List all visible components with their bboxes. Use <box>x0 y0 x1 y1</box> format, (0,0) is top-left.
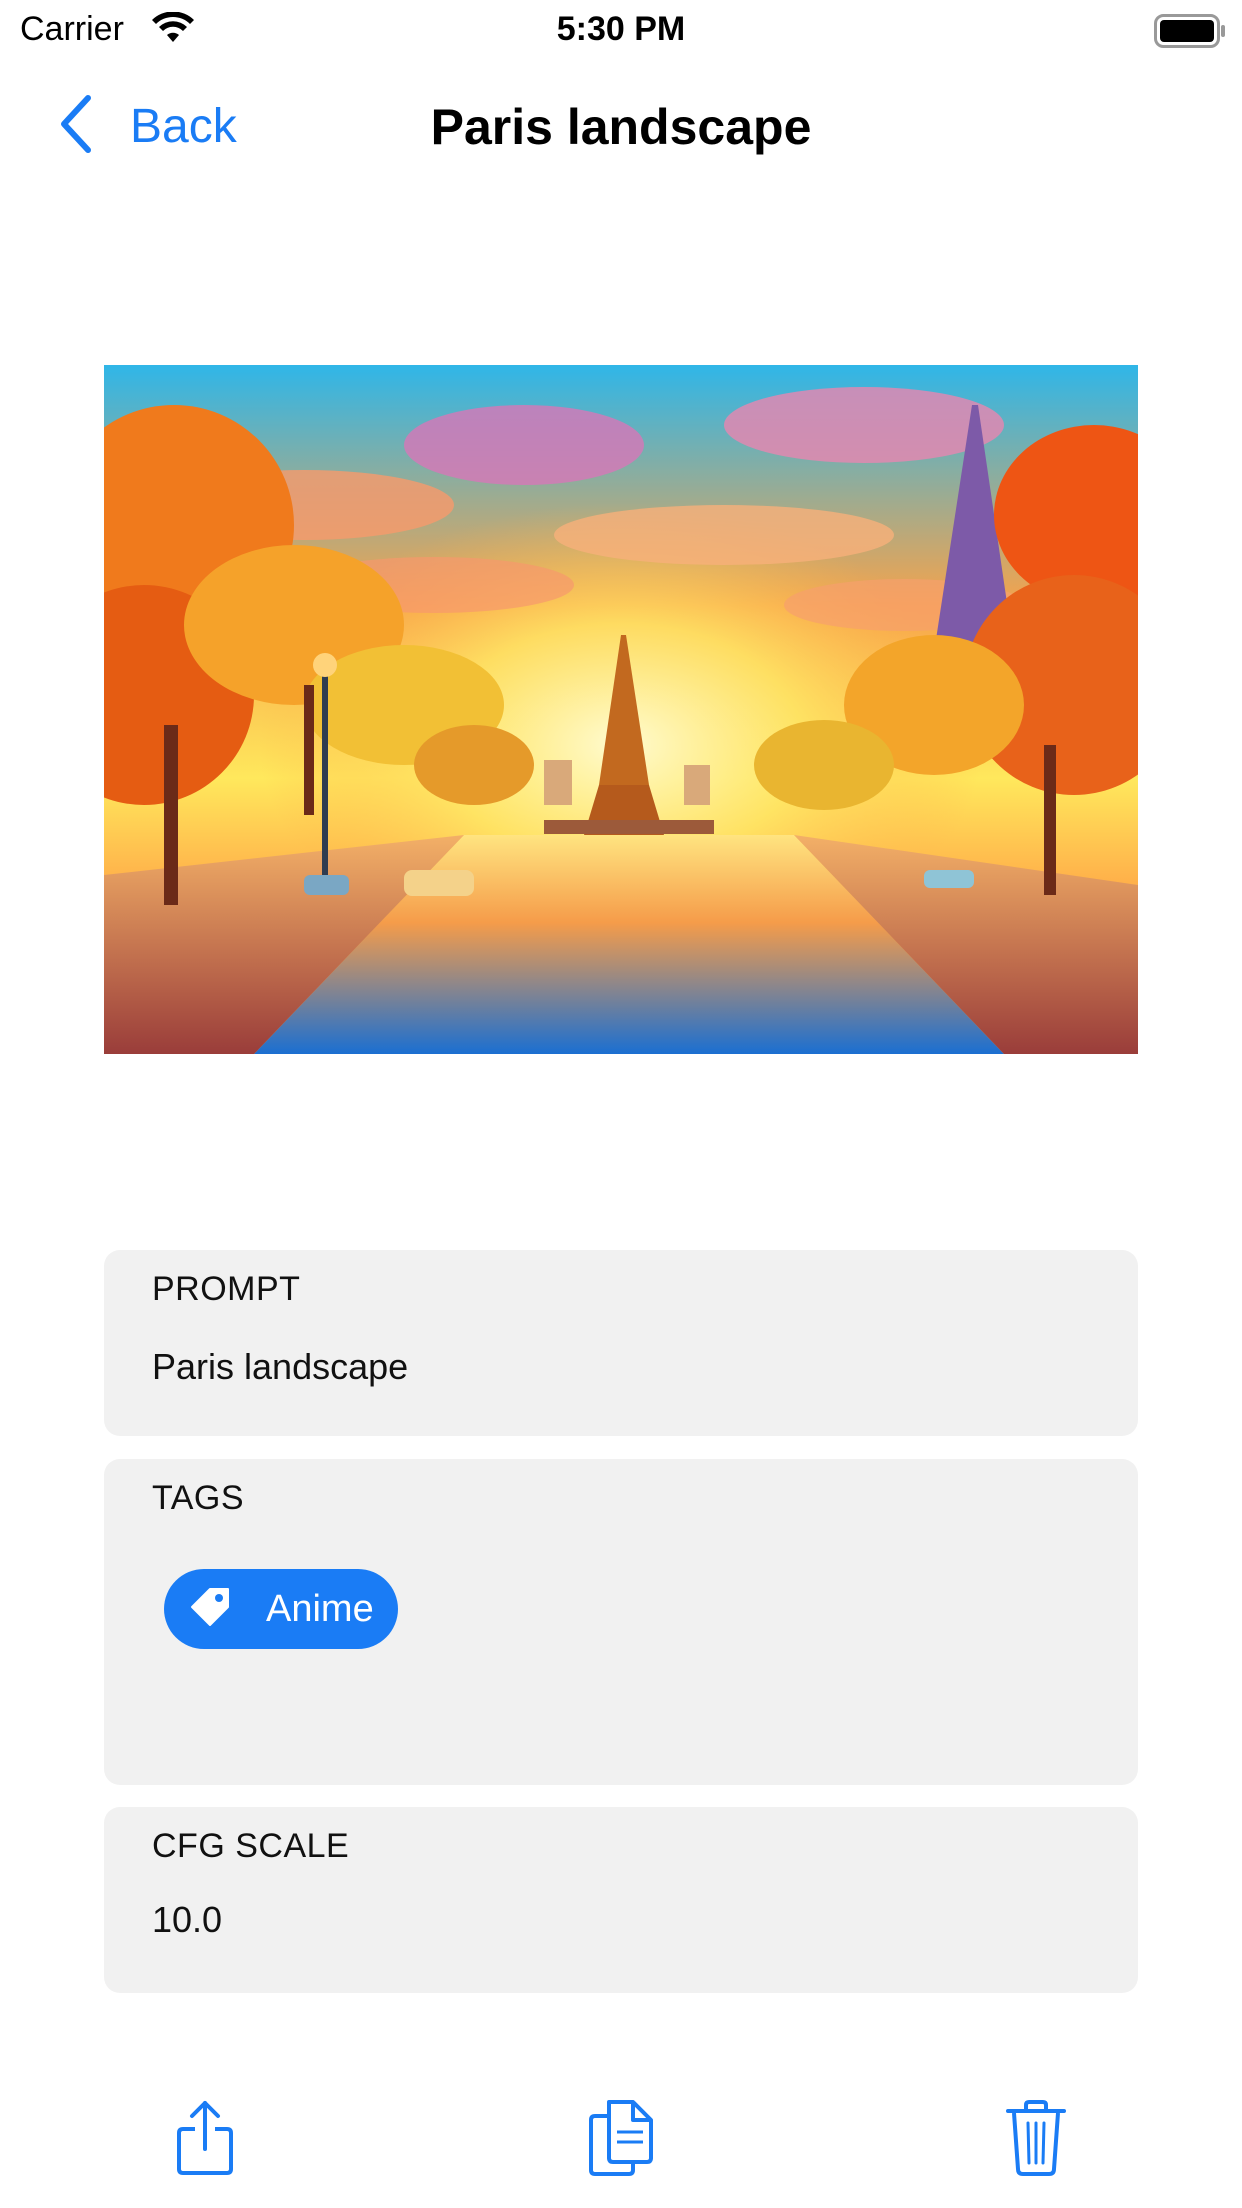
tags-card: TAGS Anime <box>104 1459 1138 1785</box>
prompt-label: PROMPT <box>152 1270 301 1308</box>
cfg-scale-card: CFG SCALE 10.0 <box>104 1807 1138 1993</box>
page-title: Paris landscape <box>430 99 812 155</box>
generated-image <box>104 365 1138 1054</box>
tag-icon <box>188 1585 232 1634</box>
status-bar: Carrier 5:30 PM <box>0 0 1242 62</box>
battery-full-icon <box>1154 14 1226 48</box>
tags-label: TAGS <box>152 1479 245 1517</box>
prompt-card: PROMPT Paris landscape <box>104 1250 1138 1436</box>
share-button[interactable] <box>165 2100 245 2180</box>
share-icon <box>175 2099 235 2182</box>
prompt-value: Paris landscape <box>152 1346 409 1387</box>
tag-label: Anime <box>266 1587 374 1630</box>
clock: 5:30 PM <box>556 10 686 48</box>
duplicate-button[interactable] <box>581 2098 661 2183</box>
cfg-scale-label: CFG SCALE <box>152 1827 350 1865</box>
cfg-scale-value: 10.0 <box>152 1899 223 1940</box>
navigation-bar: Back Paris landscape <box>0 62 1242 194</box>
delete-button[interactable] <box>996 2099 1076 2182</box>
trash-icon <box>1004 2099 1068 2182</box>
duplicate-icon <box>587 2098 655 2183</box>
tag-chip-anime[interactable]: Anime <box>164 1569 398 1649</box>
